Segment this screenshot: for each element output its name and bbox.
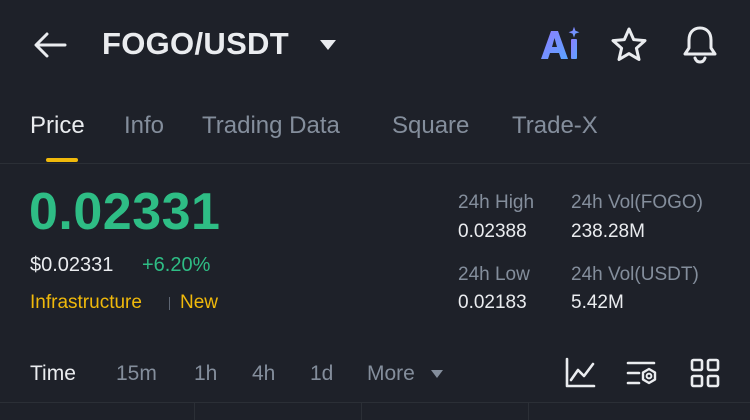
vol-base-value: 238.28M: [571, 221, 645, 242]
low-label: 24h Low: [458, 264, 530, 285]
price-chart[interactable]: [0, 402, 750, 420]
interval-15m[interactable]: 15m: [116, 362, 157, 386]
tab-price[interactable]: Price: [30, 112, 85, 140]
back-button[interactable]: [30, 28, 70, 62]
active-tab-indicator: [46, 158, 78, 162]
tag-divider: [169, 297, 170, 310]
caret-down-icon[interactable]: [318, 38, 338, 52]
pair-title[interactable]: FOGO/USDT: [102, 26, 289, 62]
section-tabs: Price Info Trading Data Square Trade-X: [0, 100, 750, 164]
indicator-chart-icon[interactable]: [563, 356, 597, 390]
vol-quote-value: 5.42M: [571, 292, 624, 313]
arrow-left-icon: [34, 32, 67, 58]
top-bar: FOGO/USDT: [0, 0, 750, 90]
tag-new[interactable]: New: [180, 292, 218, 314]
interval-4h[interactable]: 4h: [252, 362, 275, 386]
ai-icon[interactable]: [538, 26, 582, 62]
vol-quote-label: 24h Vol(USDT): [571, 264, 699, 285]
tab-trading-data[interactable]: Trading Data: [202, 112, 340, 140]
chart-gridline: [361, 403, 362, 420]
chart-gridline: [194, 403, 195, 420]
last-price: 0.02331: [29, 183, 221, 241]
bell-icon[interactable]: [680, 24, 720, 64]
change-percent: +6.20%: [142, 254, 211, 276]
interval-more[interactable]: More: [367, 362, 415, 386]
low-value: 0.02183: [458, 292, 527, 313]
tag-infrastructure[interactable]: Infrastructure: [30, 292, 142, 314]
high-value: 0.02388: [458, 221, 527, 242]
interval-1h[interactable]: 1h: [194, 362, 217, 386]
interval-1d[interactable]: 1d: [310, 362, 333, 386]
tab-info[interactable]: Info: [124, 112, 164, 140]
tab-square[interactable]: Square: [392, 112, 469, 140]
grid-layout-icon[interactable]: [688, 356, 722, 390]
chart-settings-icon[interactable]: [625, 356, 659, 390]
high-label: 24h High: [458, 192, 535, 213]
star-icon[interactable]: [610, 26, 648, 64]
usd-price: $0.02331: [30, 254, 114, 276]
vol-base-label: 24h Vol(FOGO): [571, 192, 703, 213]
chart-gridline: [528, 403, 529, 420]
tab-trade-x[interactable]: Trade-X: [512, 112, 598, 140]
interval-time[interactable]: Time: [30, 362, 76, 386]
caret-down-icon[interactable]: [430, 369, 444, 379]
